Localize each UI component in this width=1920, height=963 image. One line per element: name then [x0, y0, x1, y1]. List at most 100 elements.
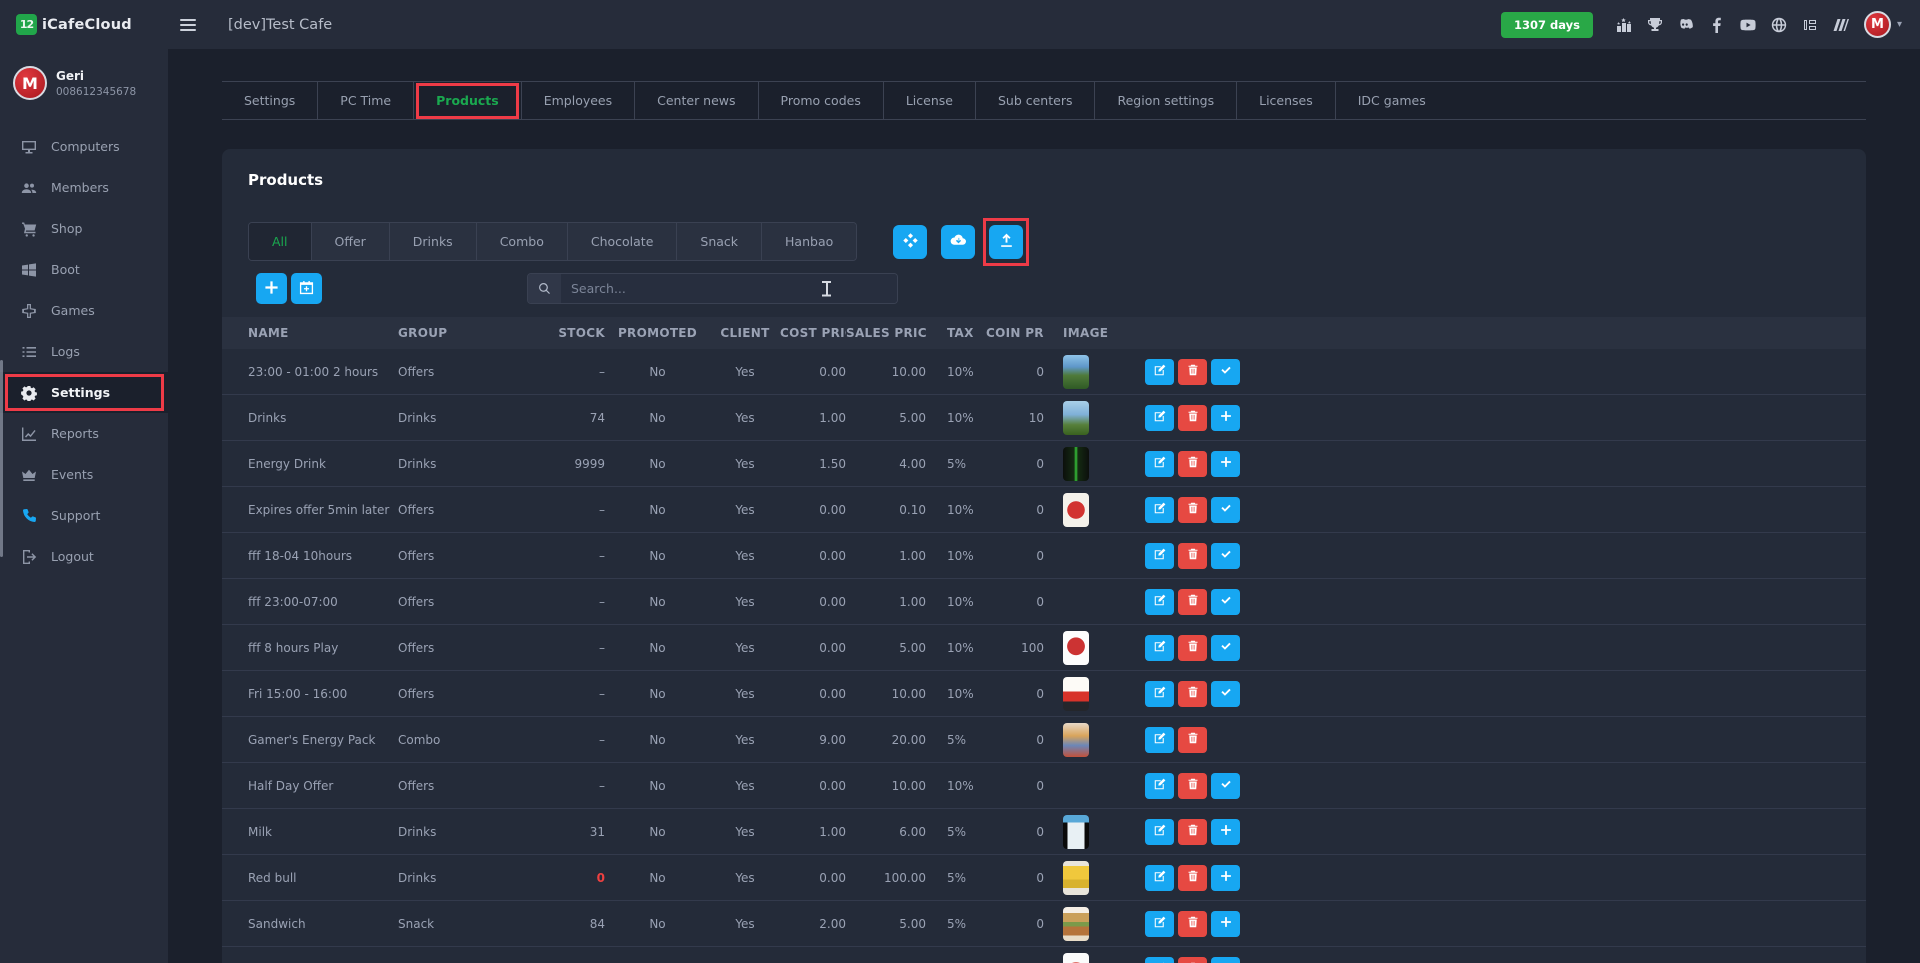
tab-sub-centers[interactable]: Sub centers: [975, 82, 1095, 119]
upload-button[interactable]: [989, 225, 1023, 259]
chevron-down-icon[interactable]: ▾: [1897, 19, 1902, 30]
edit-button[interactable]: [1145, 911, 1174, 937]
add-stock-button[interactable]: [1211, 405, 1240, 431]
edit-button[interactable]: [1145, 589, 1174, 615]
product-image[interactable]: [1063, 907, 1089, 941]
edit-button[interactable]: [1145, 543, 1174, 569]
product-image[interactable]: [1063, 677, 1089, 711]
app-logo[interactable]: 12 iCafeCloud: [0, 0, 168, 49]
add-stock-button[interactable]: [1211, 451, 1240, 477]
delete-button[interactable]: [1178, 911, 1207, 937]
delete-button[interactable]: [1178, 451, 1207, 477]
enable-button[interactable]: [1211, 543, 1240, 569]
add-product-button[interactable]: [256, 273, 287, 304]
product-filter-chocolate[interactable]: Chocolate: [567, 223, 677, 260]
enable-button[interactable]: [1211, 497, 1240, 523]
license-days-badge[interactable]: 1307 days: [1501, 12, 1593, 38]
tab-products[interactable]: Products: [413, 82, 521, 119]
sidebar-profile[interactable]: M Geri 008612345678: [0, 49, 168, 110]
edit-button[interactable]: [1145, 819, 1174, 845]
delete-button[interactable]: [1178, 819, 1207, 845]
edit-button[interactable]: [1145, 497, 1174, 523]
add-stock-button[interactable]: [1211, 865, 1240, 891]
edit-button[interactable]: [1145, 359, 1174, 385]
product-image[interactable]: [1063, 861, 1089, 895]
tab-license[interactable]: License: [883, 82, 975, 119]
sidebar-item-logs[interactable]: Logs: [0, 331, 168, 372]
delete-button[interactable]: [1178, 635, 1207, 661]
sidebar-item-settings[interactable]: Settings: [0, 372, 168, 413]
sidebar-item-boot[interactable]: Boot: [0, 249, 168, 290]
sidebar-item-logout[interactable]: Logout: [0, 536, 168, 577]
sidebar-item-events[interactable]: Events: [0, 454, 168, 495]
tab-licenses[interactable]: Licenses: [1236, 82, 1335, 119]
edit-button[interactable]: [1145, 773, 1174, 799]
delete-button[interactable]: [1178, 589, 1207, 615]
add-stock-button[interactable]: [1211, 911, 1240, 937]
product-filter-snack[interactable]: Snack: [676, 223, 761, 260]
enable-button[interactable]: [1211, 635, 1240, 661]
delete-button[interactable]: [1178, 543, 1207, 569]
product-image[interactable]: [1063, 447, 1089, 481]
sidebar-item-computers[interactable]: Computers: [0, 126, 168, 167]
product-image[interactable]: [1063, 355, 1089, 389]
youtube-icon[interactable]: [1739, 16, 1757, 34]
tab-center-news[interactable]: Center news: [634, 82, 757, 119]
product-image[interactable]: [1063, 723, 1089, 757]
sidebar-item-games[interactable]: Games: [0, 290, 168, 331]
delete-button[interactable]: [1178, 957, 1207, 963]
product-filter-all[interactable]: All: [249, 223, 311, 260]
tab-promo-codes[interactable]: Promo codes: [758, 82, 883, 119]
edit-button[interactable]: [1145, 635, 1174, 661]
download-button[interactable]: [941, 225, 975, 259]
edit-button[interactable]: [1145, 405, 1174, 431]
search-input[interactable]: [561, 274, 897, 303]
edit-button[interactable]: [1145, 681, 1174, 707]
delete-button[interactable]: [1178, 727, 1207, 753]
trophy-icon[interactable]: [1646, 16, 1664, 34]
enable-button[interactable]: [1211, 589, 1240, 615]
product-image[interactable]: [1063, 401, 1089, 435]
user-avatar[interactable]: M: [1864, 11, 1891, 38]
product-image[interactable]: [1063, 493, 1089, 527]
product-groups-button[interactable]: [893, 225, 927, 259]
product-filter-combo[interactable]: Combo: [476, 223, 567, 260]
sidebar-scrollbar[interactable]: [0, 360, 3, 557]
edit-button[interactable]: [1145, 865, 1174, 891]
product-filter-offer[interactable]: Offer: [311, 223, 389, 260]
tab-pc-time[interactable]: PC Time: [317, 82, 413, 119]
delete-button[interactable]: [1178, 773, 1207, 799]
hamburger-menu-icon[interactable]: [180, 19, 196, 31]
globe-icon[interactable]: [1770, 16, 1788, 34]
add-stock-button[interactable]: [1211, 819, 1240, 845]
edit-button[interactable]: [1145, 957, 1174, 963]
discord-icon[interactable]: [1677, 16, 1695, 34]
ranking-icon[interactable]: [1615, 16, 1633, 34]
tab-settings[interactable]: Settings: [222, 82, 317, 119]
facebook-icon[interactable]: [1708, 16, 1726, 34]
layers-icon[interactable]: [1832, 16, 1850, 34]
delete-button[interactable]: [1178, 359, 1207, 385]
sidebar-item-support[interactable]: Support: [0, 495, 168, 536]
delete-button[interactable]: [1178, 405, 1207, 431]
icafe-icon[interactable]: [1801, 16, 1819, 34]
delete-button[interactable]: [1178, 497, 1207, 523]
sidebar-item-reports[interactable]: Reports: [0, 413, 168, 454]
tab-region-settings[interactable]: Region settings: [1094, 82, 1236, 119]
product-filter-drinks[interactable]: Drinks: [389, 223, 476, 260]
sidebar-item-members[interactable]: Members: [0, 167, 168, 208]
product-filter-hanbao[interactable]: Hanbao: [761, 223, 856, 260]
product-image[interactable]: [1063, 815, 1089, 849]
enable-button[interactable]: [1211, 359, 1240, 385]
delete-button[interactable]: [1178, 681, 1207, 707]
tab-employees[interactable]: Employees: [521, 82, 634, 119]
enable-button[interactable]: [1211, 681, 1240, 707]
product-image[interactable]: [1063, 953, 1089, 963]
edit-button[interactable]: [1145, 727, 1174, 753]
sidebar-item-shop[interactable]: Shop: [0, 208, 168, 249]
product-image[interactable]: [1063, 631, 1089, 665]
enable-button[interactable]: [1211, 773, 1240, 799]
tab-idc-games[interactable]: IDC games: [1335, 82, 1448, 119]
add-offer-button[interactable]: [291, 273, 322, 304]
delete-button[interactable]: [1178, 865, 1207, 891]
